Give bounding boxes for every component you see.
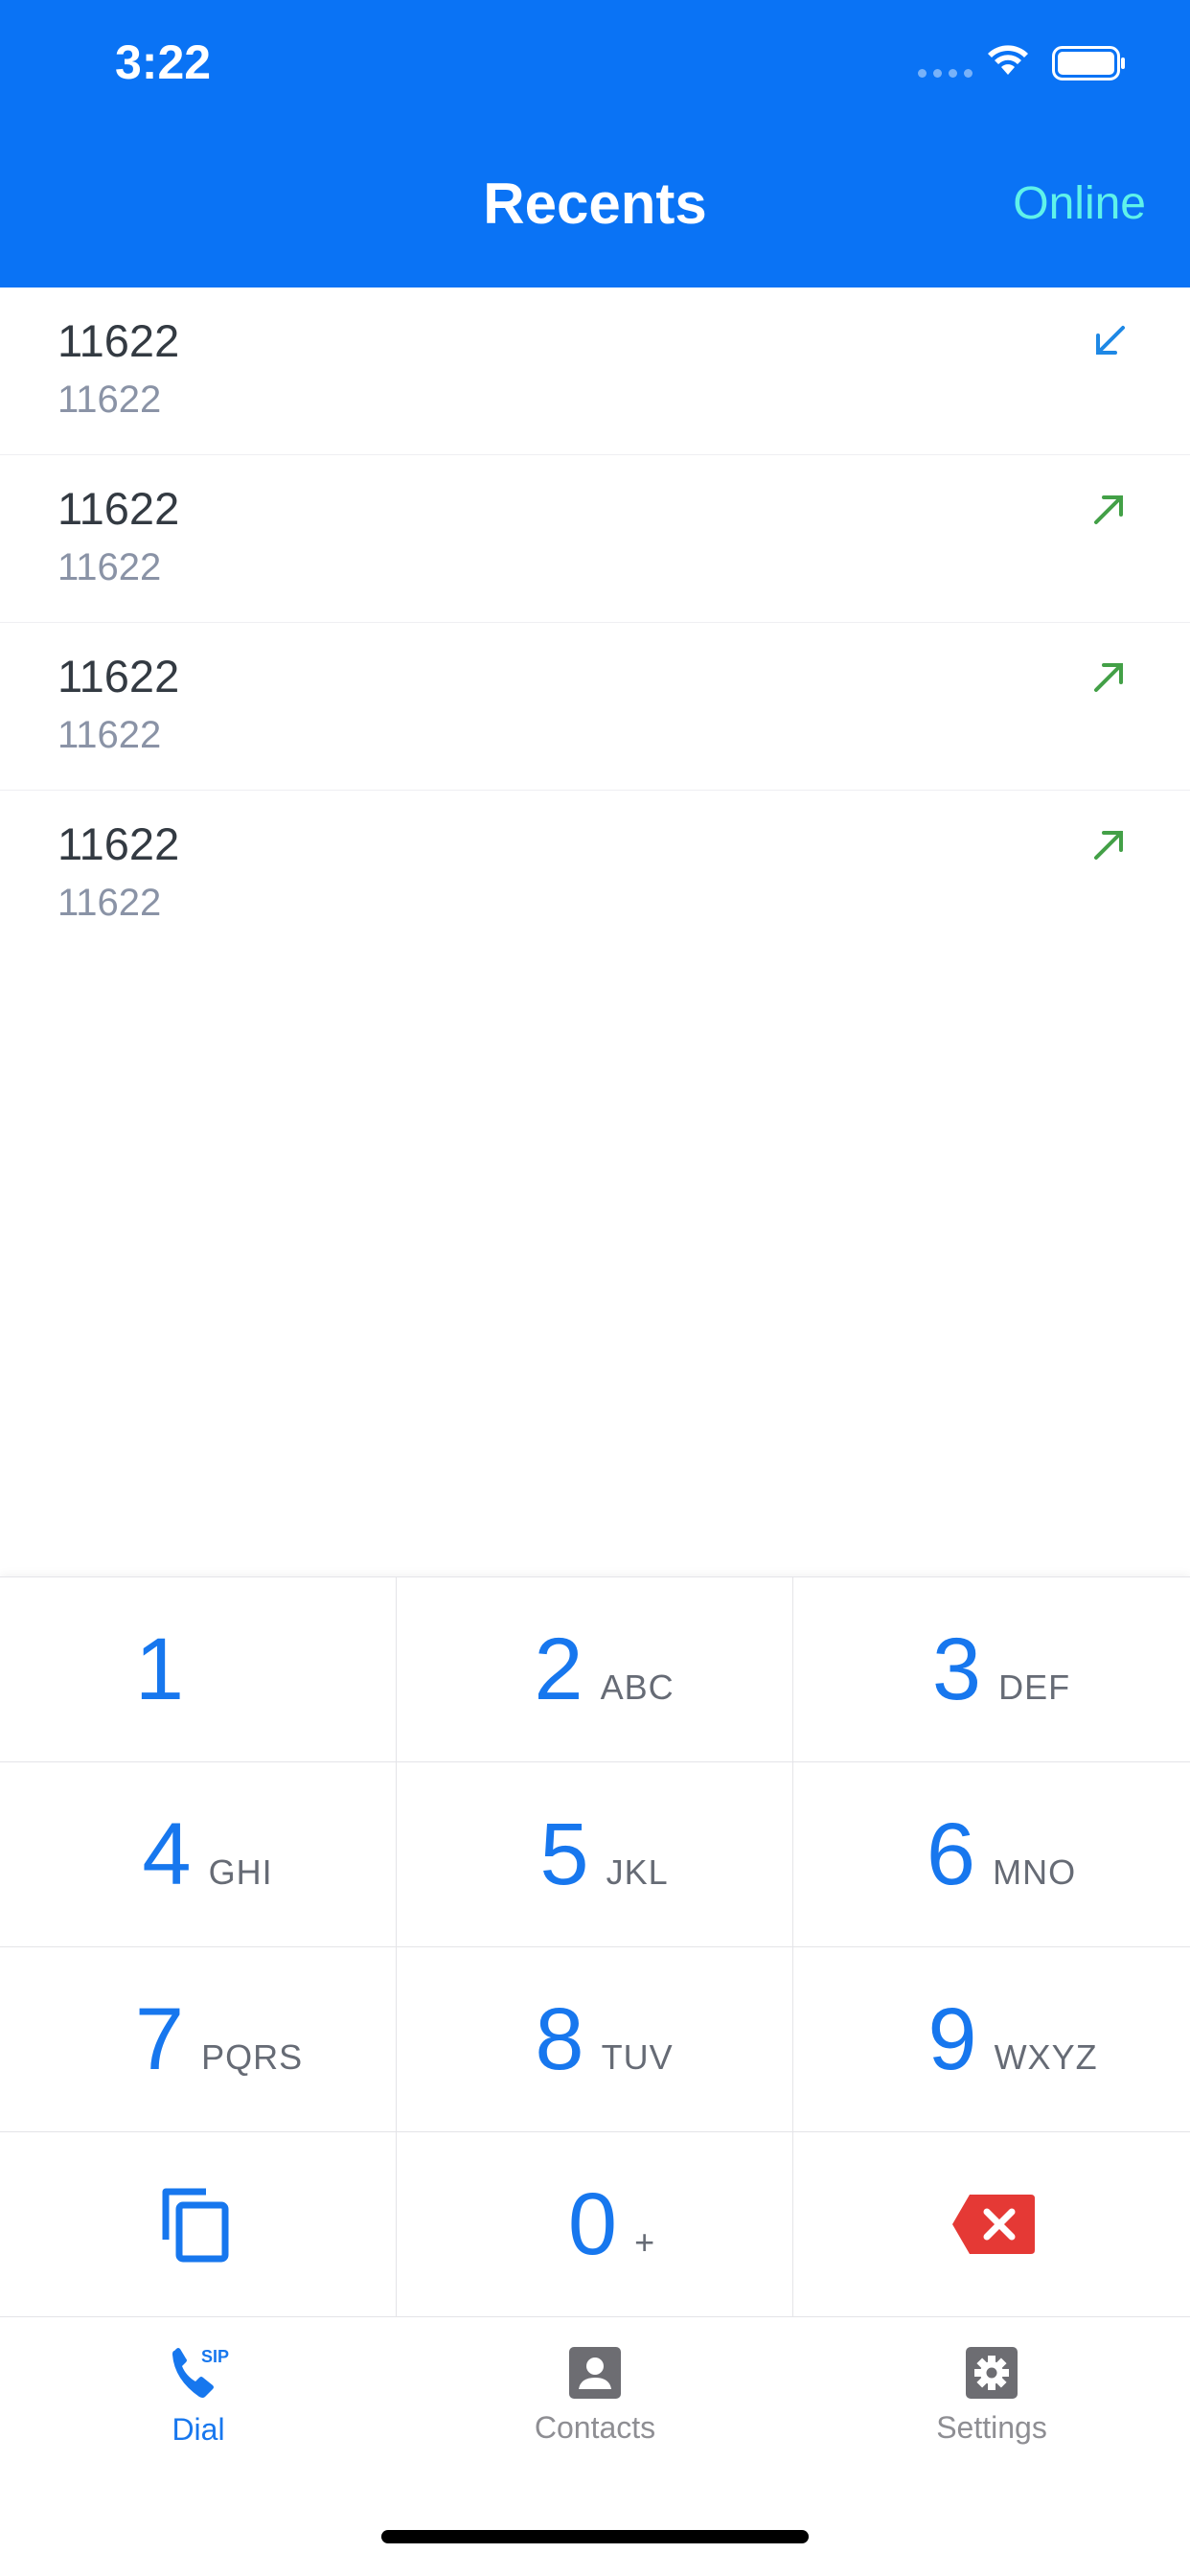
recent-call-row[interactable]: 11622 11622 (0, 288, 1190, 455)
recent-call-number: 11622 (57, 714, 162, 756)
gear-icon (966, 2347, 1018, 2399)
key-8[interactable]: 8 TUV (397, 1947, 793, 2132)
dial-keypad: 1 2 ABC 3 DEF 4 GHI 5 JKL 6 MNO 7 PQRS 8… (0, 1576, 1190, 2317)
key-letters: JKL (606, 1852, 669, 1892)
key-digit: 6 (926, 1806, 976, 1903)
key-digit: 7 (134, 1990, 185, 2088)
key-3[interactable]: 3 DEF (793, 1577, 1190, 1762)
arrow-up-right-icon (1094, 495, 1123, 524)
key-digit: 1 (134, 1621, 185, 1718)
backspace-button[interactable] (793, 2132, 1190, 2317)
online-status[interactable]: Online (1013, 177, 1146, 230)
copy-button[interactable] (0, 2132, 397, 2317)
recent-call-row[interactable]: 11622 11622 (0, 623, 1190, 791)
key-digit: 5 (539, 1806, 589, 1903)
cellular-signal-icon (918, 69, 973, 78)
key-digit: 2 (534, 1621, 584, 1718)
tab-contacts[interactable]: Contacts (397, 2316, 793, 2508)
recent-call-row[interactable]: 11622 11622 (0, 791, 1190, 958)
arrow-up-right-icon (1094, 831, 1123, 860)
arrow-down-left-icon (1096, 326, 1125, 355)
key-6[interactable]: 6 MNO (793, 1762, 1190, 1947)
key-letters: PQRS (201, 2037, 304, 2077)
key-letters: GHI (208, 1852, 273, 1892)
copy-icon (162, 2188, 228, 2263)
app-header: 3:22 Recents Online (0, 0, 1190, 288)
key-2[interactable]: 2 ABC (397, 1577, 793, 1762)
arrow-up-right-icon (1094, 663, 1123, 692)
key-letters: MNO (993, 1852, 1077, 1892)
key-1[interactable]: 1 (0, 1577, 397, 1762)
key-digit: 9 (927, 1990, 977, 2088)
contact-card-icon (569, 2347, 621, 2399)
key-7[interactable]: 7 PQRS (0, 1947, 397, 2132)
recent-call-number: 11622 (57, 379, 162, 421)
battery-icon (1052, 46, 1125, 80)
key-digit: 4 (142, 1806, 192, 1903)
recent-call-name: 11622 (57, 651, 180, 702)
backspace-icon (952, 2195, 1035, 2254)
key-digit: 3 (931, 1621, 982, 1718)
recents-list: 11622 11622 11622 11622 11622 11622 1162… (0, 288, 1190, 958)
sip-phone-icon: SIP (172, 2347, 229, 2398)
recent-call-number: 11622 (57, 546, 162, 588)
tab-contacts-label: Contacts (534, 2410, 656, 2445)
key-letters: WXYZ (994, 2037, 1098, 2077)
tab-settings[interactable]: Settings (793, 2316, 1190, 2508)
recent-call-number: 11622 (57, 882, 162, 924)
svg-text:SIP: SIP (201, 2347, 229, 2366)
home-indicator (381, 2530, 809, 2543)
key-4[interactable]: 4 GHI (0, 1762, 397, 1947)
recent-call-name: 11622 (57, 315, 180, 366)
status-time: 3:22 (115, 35, 212, 89)
tab-dial[interactable]: SIP Dial (0, 2316, 397, 2508)
key-0[interactable]: 0 + (397, 2132, 793, 2317)
key-letters: DEF (998, 1668, 1071, 1707)
key-digit: 8 (535, 1990, 584, 2088)
key-9[interactable]: 9 WXYZ (793, 1947, 1190, 2132)
wifi-icon (988, 45, 1028, 75)
recent-call-row[interactable]: 11622 11622 (0, 455, 1190, 623)
key-digit: 0 (567, 2175, 618, 2273)
key-5[interactable]: 5 JKL (397, 1762, 793, 1947)
page-title: Recents (483, 172, 707, 236)
tab-dial-label: Dial (172, 2412, 225, 2447)
tab-bar: SIP Dial Contacts Settings (0, 2316, 1190, 2508)
key-letters: + (634, 2222, 656, 2262)
key-letters: ABC (600, 1668, 675, 1707)
recent-call-name: 11622 (57, 818, 180, 869)
tab-settings-label: Settings (936, 2410, 1047, 2445)
recent-call-name: 11622 (57, 483, 180, 534)
key-letters: TUV (601, 2037, 674, 2077)
